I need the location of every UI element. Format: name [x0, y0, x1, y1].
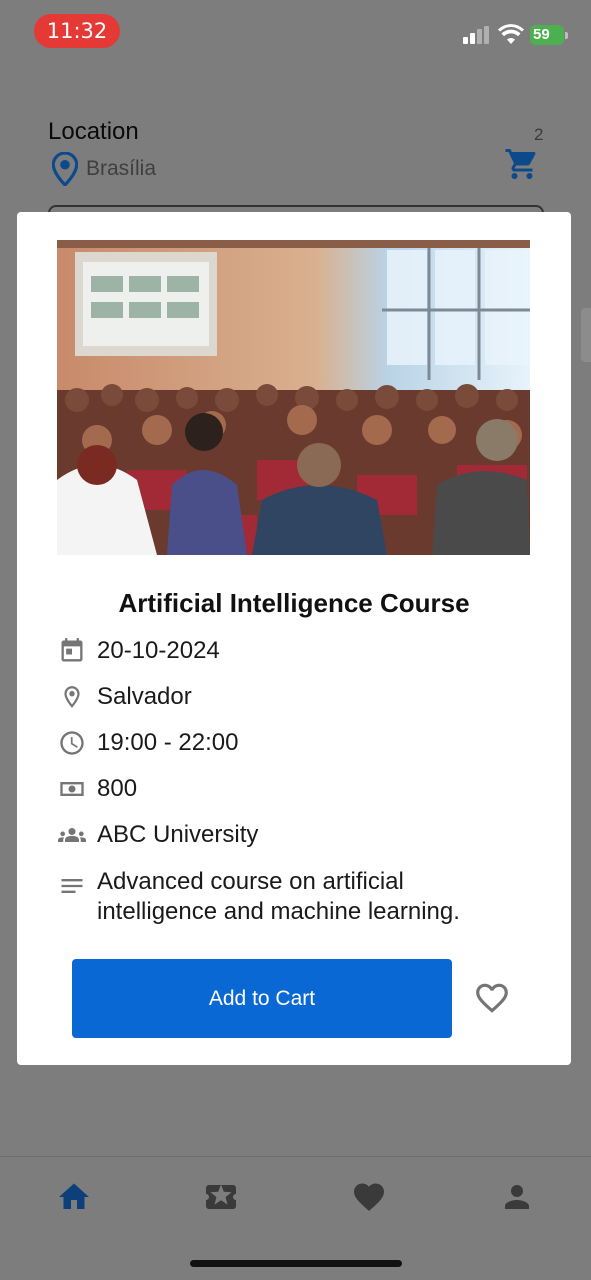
heart-outline-icon[interactable] — [472, 979, 512, 1017]
battery-icon: 59 — [530, 25, 568, 45]
location-pin-icon — [52, 152, 78, 186]
event-organizer: ABC University — [97, 821, 259, 848]
event-organizer-row: ABC University — [57, 820, 258, 850]
location-label: Location — [48, 118, 139, 145]
event-date: 20-10-2024 — [97, 637, 220, 664]
money-icon — [57, 774, 87, 804]
event-image — [57, 240, 530, 555]
clock-icon — [57, 728, 87, 758]
location-header: Location Brasília 2 — [48, 118, 548, 186]
event-date-row: 20-10-2024 — [57, 636, 220, 666]
event-city: Salvador — [97, 683, 192, 710]
person-icon[interactable] — [499, 1179, 535, 1215]
description-line-2: intelligence and machine learning. — [97, 898, 460, 925]
event-location-row: Salvador — [57, 682, 192, 712]
location-selector[interactable]: Brasília — [52, 152, 156, 186]
background-scroll-handle — [581, 308, 591, 362]
status-time: 11:32 — [34, 14, 120, 48]
add-to-cart-button[interactable]: Add to Cart — [72, 959, 452, 1038]
description-line-1: Advanced course on artificial — [97, 868, 404, 895]
location-city: Brasília — [86, 157, 157, 180]
cart-count-badge: 2 — [534, 125, 544, 144]
event-title: Artificial Intelligence Course — [118, 588, 470, 618]
home-indicator — [190, 1260, 402, 1267]
event-description-row: Advanced course on artificial intelligen… — [57, 867, 460, 927]
event-price: 800 — [97, 775, 138, 802]
event-time-row: 19:00 - 22:00 — [57, 728, 238, 758]
cellular-signal-icon — [463, 26, 491, 44]
cart-icon[interactable] — [504, 146, 540, 182]
location-pin-icon — [57, 682, 87, 712]
status-bar: 11:32 59 — [0, 0, 591, 62]
calendar-icon — [57, 636, 87, 666]
ticket-icon[interactable] — [203, 1179, 239, 1215]
notes-icon — [57, 871, 87, 901]
home-icon[interactable] — [56, 1179, 92, 1215]
group-icon — [57, 820, 87, 850]
wifi-icon — [498, 24, 524, 44]
event-details-modal: Artificial Intelligence Course 20-10-202… — [17, 212, 571, 1065]
event-time: 19:00 - 22:00 — [97, 729, 239, 756]
event-price-row: 800 — [57, 774, 137, 804]
battery-level: 59 — [530, 25, 564, 45]
event-description: Advanced course on artificial intelligen… — [97, 867, 460, 927]
heart-icon[interactable] — [351, 1179, 387, 1215]
